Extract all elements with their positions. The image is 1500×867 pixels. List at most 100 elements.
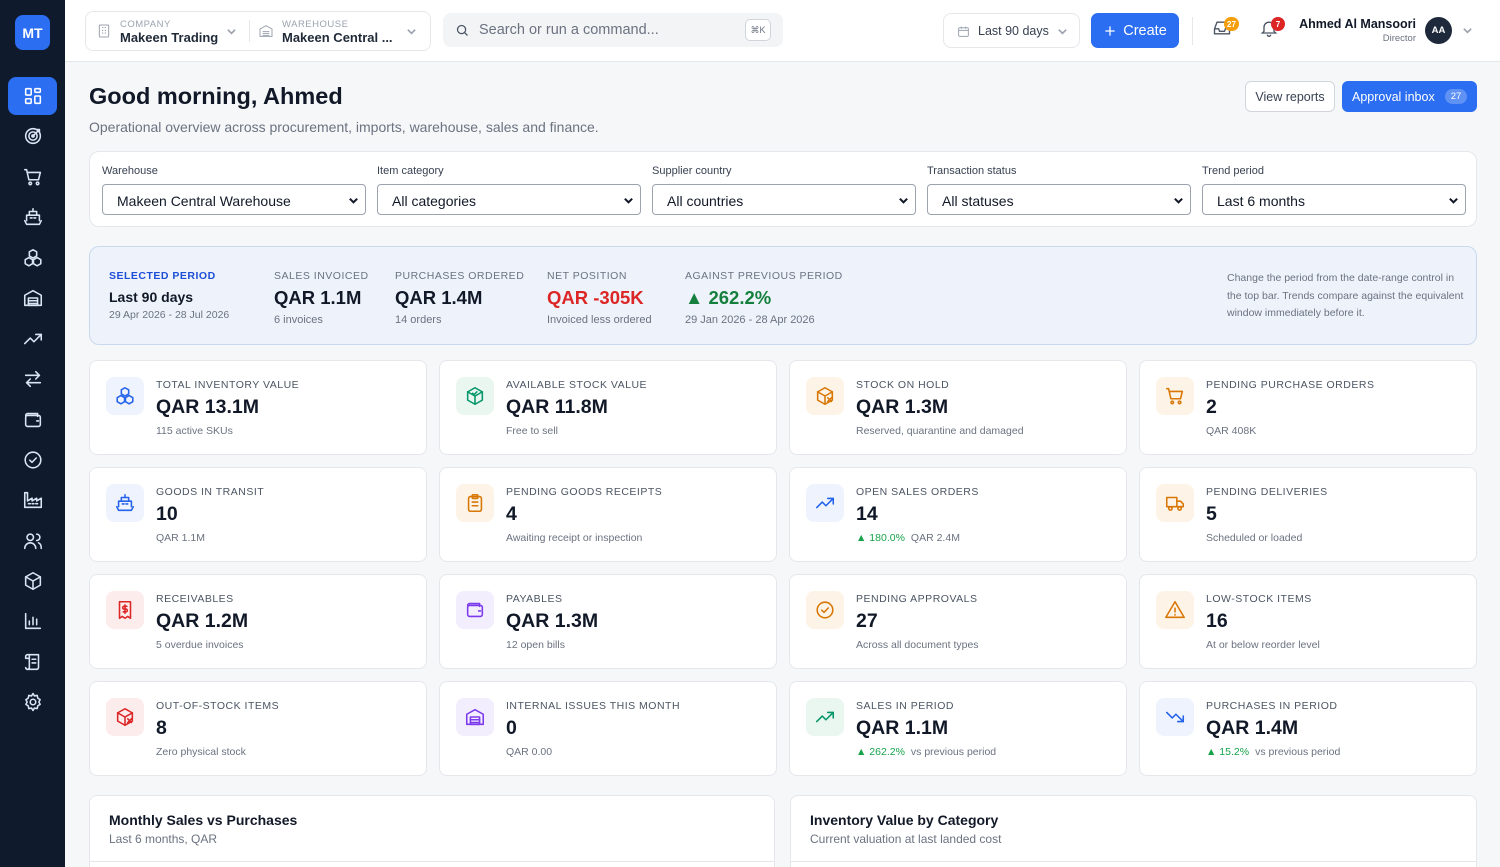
sidebar-item-scroll[interactable] [8,643,57,681]
view-reports-button[interactable]: View reports [1245,81,1335,112]
sidebar-item-target[interactable] [8,117,57,155]
sidebar-item-transfer[interactable] [8,360,57,398]
cart-icon [1165,387,1184,405]
filter-value: Makeen Central Warehouse [117,193,291,209]
against-previous: AGAINST PREVIOUS PERIOD ▲ 262.2% 29 Jan … [685,270,843,326]
sidebar-item-dashboard[interactable] [8,77,57,115]
filter-value: All countries [667,193,744,209]
filter-label: Transaction status [927,165,1017,177]
sidebar-item-check-circle[interactable] [8,441,57,479]
app-logo[interactable]: MT [15,15,50,50]
chevron-down-icon [349,197,358,204]
settings-icon [24,692,41,712]
warehouse-switcher[interactable]: WAREHOUSE Makeen Central ... [258,12,428,50]
building-icon [98,24,110,38]
filter-select[interactable]: All countries [652,184,916,215]
sidebar-item-package[interactable] [8,562,57,600]
kpi-icon [456,484,494,522]
sidebar-item-bar-chart[interactable] [8,602,57,640]
notifications-button[interactable]: 7 [1259,17,1285,42]
filter-select[interactable]: All categories [377,184,641,215]
chevron-down-icon [1174,197,1183,204]
kpi-sub-text: At or below reorder level [1206,639,1320,651]
kpi-icon [1156,698,1194,736]
kpi-card[interactable]: TOTAL INVENTORY VALUE QAR 13.1M 115 active… [89,360,427,455]
sales-invoiced-sub: 6 invoices [274,314,323,326]
kpi-value: QAR 1.3M [506,610,599,632]
box-x-icon [816,386,834,406]
kpi-trend: ▲ 15.2% [1206,746,1250,758]
date-range-picker[interactable]: Last 90 days [943,13,1080,48]
boxes-icon [116,386,134,405]
filter-select[interactable]: Last 6 months [1202,184,1466,215]
kpi-card[interactable]: OUT-OF-STOCK ITEMS 8 Zero physical stock [89,681,427,776]
kpi-sub: Across all document types [856,639,979,651]
kpi-sub: QAR 0.00 [506,746,552,758]
sidebar-item-users[interactable] [8,522,57,560]
inbox-button[interactable]: 27 [1212,17,1239,42]
kpi-card[interactable]: RECEIVABLES QAR 1.2M 5 overdue invoices [89,574,427,669]
filter-label: Trend period [1202,165,1264,177]
kpi-card[interactable]: INTERNAL ISSUES THIS MONTH 0 QAR 0.00 [439,681,777,776]
kpi-label: TOTAL INVENTORY VALUE [156,379,300,391]
sidebar-item-warehouse[interactable] [8,279,57,317]
kpi-card[interactable]: STOCK ON HOLD QAR 1.3M Reserved, quarantin… [789,360,1127,455]
chevron-down-icon [407,29,416,35]
warehouse-icon [23,289,42,307]
kpi-card[interactable]: GOODS IN TRANSIT 10 QAR 1.1M [89,467,427,562]
kpi-label: LOW-STOCK ITEMS [1206,593,1312,605]
sidebar-item-cart[interactable] [8,158,57,196]
kpi-value: 16 [1206,610,1228,632]
trending-up-icon [815,711,835,723]
top-bar: COMPANY Makeen Trading WAREHOUSE Makeen … [65,0,1500,62]
kpi-card[interactable]: PENDING GOODS RECEIPTS 4 Awaiting receipt … [439,467,777,562]
company-switcher[interactable]: COMPANY Makeen Trading [96,12,246,50]
kpi-card[interactable]: OPEN SALES ORDERS 14 ▲ 180.0% QAR 2.4M [789,467,1127,562]
wallet-icon [466,602,484,618]
kpi-card[interactable]: PAYABLES QAR 1.3M 12 open bills [439,574,777,669]
chevron-down-icon [899,197,908,204]
search-input[interactable]: Search or run a command... [479,22,659,38]
filter-select[interactable]: All statuses [927,184,1191,215]
sidebar-item-settings[interactable] [8,683,57,721]
box-check-icon [466,386,484,406]
command-search[interactable]: Search or run a command... ⌘K [443,13,783,47]
kpi-value: 8 [156,717,167,739]
create-button[interactable]: Create [1091,13,1179,48]
kpi-icon [806,484,844,522]
kpi-card[interactable]: AVAILABLE STOCK VALUE QAR 11.8M Free to se… [439,360,777,455]
kpi-sub-text: vs previous period [1255,746,1341,758]
kpi-label: AVAILABLE STOCK VALUE [506,379,648,391]
sidebar-item-boxes[interactable] [8,239,57,277]
chevron-down-icon[interactable] [1462,25,1473,36]
trending-up-icon [23,333,42,345]
sidebar-item-factory[interactable] [8,481,57,519]
context-switcher: COMPANY Makeen Trading WAREHOUSE Makeen … [85,11,431,51]
kpi-card[interactable]: PENDING PURCHASE ORDERS 2 QAR 408K [1139,360,1477,455]
panel-subtitle: Last 6 months, QAR [109,832,218,846]
kpi-card[interactable]: SALES IN PERIOD QAR 1.1M ▲ 262.2% vs previo… [789,681,1127,776]
trending-down-icon [1165,711,1185,723]
sidebar-item-ship[interactable] [8,198,57,236]
warehouse-icon [259,25,273,37]
kpi-card[interactable]: PENDING APPROVALS 27 Across all document t… [789,574,1127,669]
kpi-card[interactable]: LOW-STOCK ITEMS 16 At or below reorder lev… [1139,574,1477,669]
sidebar-item-trending-up[interactable] [8,320,57,358]
filter-select[interactable]: Makeen Central Warehouse [102,184,366,215]
kpi-card[interactable]: PURCHASES IN PERIOD QAR 1.4M ▲ 15.2% vs pre… [1139,681,1477,776]
sidebar-item-wallet[interactable] [8,401,57,439]
kpi-value: QAR 1.1M [856,717,949,739]
notifications-badge: 7 [1271,17,1285,31]
kpi-value: QAR 13.1M [156,396,259,418]
kpi-icon [806,377,844,415]
avatar[interactable]: AA [1425,17,1452,44]
kpi-card[interactable]: PENDING DELIVERIES 5 Scheduled or loaded [1139,467,1477,562]
user-name: Ahmed Al Mansoori [1299,17,1416,31]
filter-value: Last 6 months [1217,193,1305,209]
panel-title: Inventory Value by Category [810,812,999,828]
kpi-label: OUT-OF-STOCK ITEMS [156,700,280,712]
check-circle-icon [816,601,834,619]
approval-inbox-button[interactable]: Approval inbox 27 [1342,81,1477,112]
topbar-divider [1192,17,1193,45]
filter-bar: Warehouse Makeen Central Warehouse Item ca… [89,151,1477,227]
